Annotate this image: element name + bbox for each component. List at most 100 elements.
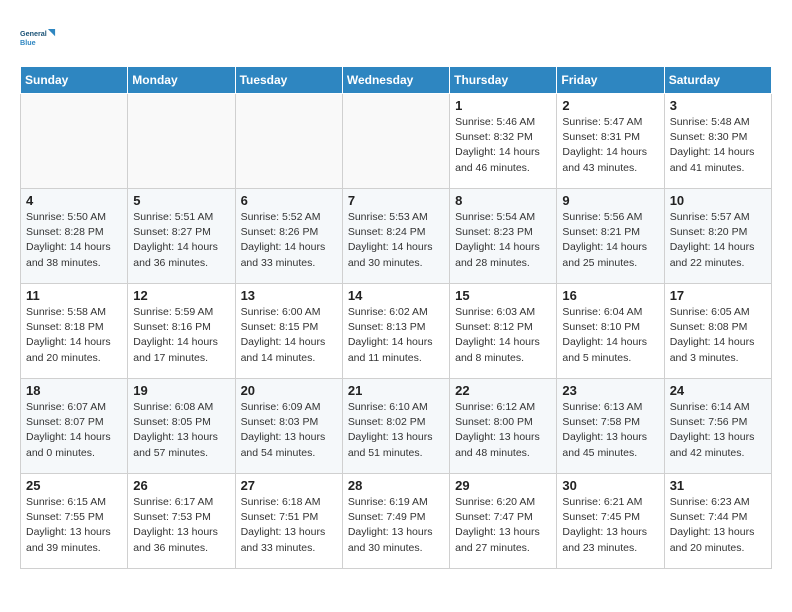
day-cell: 7 Sunrise: 5:53 AMSunset: 8:24 PMDaylight… — [342, 189, 449, 284]
day-cell: 30 Sunrise: 6:21 AMSunset: 7:45 PMDayligh… — [557, 474, 664, 569]
day-cell — [342, 94, 449, 189]
day-number: 21 — [348, 383, 444, 398]
week-row-3: 11 Sunrise: 5:58 AMSunset: 8:18 PMDayligh… — [21, 284, 772, 379]
week-row-1: 1 Sunrise: 5:46 AMSunset: 8:32 PMDaylight… — [21, 94, 772, 189]
day-info: Sunrise: 6:09 AMSunset: 8:03 PMDaylight:… — [241, 400, 337, 461]
day-cell: 14 Sunrise: 6:02 AMSunset: 8:13 PMDayligh… — [342, 284, 449, 379]
day-info: Sunrise: 5:54 AMSunset: 8:23 PMDaylight:… — [455, 210, 551, 271]
day-number: 2 — [562, 98, 658, 113]
day-cell: 4 Sunrise: 5:50 AMSunset: 8:28 PMDaylight… — [21, 189, 128, 284]
day-cell: 25Sunrise: 6:15 AMSunset: 7:55 PMDayligh… — [21, 474, 128, 569]
day-number: 27 — [241, 478, 337, 493]
day-cell: 10 Sunrise: 5:57 AMSunset: 8:20 PMDayligh… — [664, 189, 771, 284]
day-number: 19 — [133, 383, 229, 398]
header-row: SundayMondayTuesdayWednesdayThursdayFrid… — [21, 67, 772, 94]
day-number: 23 — [562, 383, 658, 398]
day-cell: 9Sunrise: 5:56 AMSunset: 8:21 PMDaylight… — [557, 189, 664, 284]
day-number: 9 — [562, 193, 658, 208]
day-cell — [235, 94, 342, 189]
day-cell: 8 Sunrise: 5:54 AMSunset: 8:23 PMDaylight… — [450, 189, 557, 284]
logo-icon: GeneralBlue — [20, 20, 56, 56]
day-info: Sunrise: 5:58 AMSunset: 8:18 PMDaylight:… — [26, 305, 122, 366]
day-info: Sunrise: 6:02 AMSunset: 8:13 PMDaylight:… — [348, 305, 444, 366]
day-info: Sunrise: 6:23 AMSunset: 7:44 PMDaylight:… — [670, 495, 766, 556]
day-info: Sunrise: 5:46 AMSunset: 8:32 PMDaylight:… — [455, 115, 551, 176]
day-info: Sunrise: 5:47 AMSunset: 8:31 PMDaylight:… — [562, 115, 658, 176]
day-number: 30 — [562, 478, 658, 493]
day-info: Sunrise: 6:00 AMSunset: 8:15 PMDaylight:… — [241, 305, 337, 366]
day-cell: 22 Sunrise: 6:12 AMSunset: 8:00 PMDayligh… — [450, 379, 557, 474]
day-number: 14 — [348, 288, 444, 303]
day-number: 10 — [670, 193, 766, 208]
day-cell: 16Sunrise: 6:04 AMSunset: 8:10 PMDayligh… — [557, 284, 664, 379]
day-cell: 28Sunrise: 6:19 AMSunset: 7:49 PMDayligh… — [342, 474, 449, 569]
day-number: 29 — [455, 478, 551, 493]
day-cell: 5 Sunrise: 5:51 AMSunset: 8:27 PMDaylight… — [128, 189, 235, 284]
day-number: 6 — [241, 193, 337, 208]
day-cell: 13 Sunrise: 6:00 AMSunset: 8:15 PMDayligh… — [235, 284, 342, 379]
day-cell: 3 Sunrise: 5:48 AMSunset: 8:30 PMDaylight… — [664, 94, 771, 189]
column-header-friday: Friday — [557, 67, 664, 94]
day-number: 17 — [670, 288, 766, 303]
day-info: Sunrise: 6:14 AMSunset: 7:56 PMDaylight:… — [670, 400, 766, 461]
day-info: Sunrise: 6:21 AMSunset: 7:45 PMDaylight:… — [562, 495, 658, 556]
day-cell: 31 Sunrise: 6:23 AMSunset: 7:44 PMDayligh… — [664, 474, 771, 569]
day-info: Sunrise: 5:53 AMSunset: 8:24 PMDaylight:… — [348, 210, 444, 271]
day-number: 5 — [133, 193, 229, 208]
column-header-tuesday: Tuesday — [235, 67, 342, 94]
day-number: 18 — [26, 383, 122, 398]
day-cell: 19Sunrise: 6:08 AMSunset: 8:05 PMDayligh… — [128, 379, 235, 474]
column-header-sunday: Sunday — [21, 67, 128, 94]
day-info: Sunrise: 6:17 AMSunset: 7:53 PMDaylight:… — [133, 495, 229, 556]
day-info: Sunrise: 5:51 AMSunset: 8:27 PMDaylight:… — [133, 210, 229, 271]
day-info: Sunrise: 6:15 AMSunset: 7:55 PMDaylight:… — [26, 495, 122, 556]
day-info: Sunrise: 5:48 AMSunset: 8:30 PMDaylight:… — [670, 115, 766, 176]
day-number: 13 — [241, 288, 337, 303]
day-info: Sunrise: 6:13 AMSunset: 7:58 PMDaylight:… — [562, 400, 658, 461]
day-number: 11 — [26, 288, 122, 303]
day-cell: 20 Sunrise: 6:09 AMSunset: 8:03 PMDayligh… — [235, 379, 342, 474]
day-cell: 15Sunrise: 6:03 AMSunset: 8:12 PMDayligh… — [450, 284, 557, 379]
svg-text:General: General — [20, 29, 47, 38]
day-info: Sunrise: 6:07 AMSunset: 8:07 PMDaylight:… — [26, 400, 122, 461]
week-row-4: 18 Sunrise: 6:07 AMSunset: 8:07 PMDayligh… — [21, 379, 772, 474]
column-header-monday: Monday — [128, 67, 235, 94]
day-number: 7 — [348, 193, 444, 208]
day-info: Sunrise: 6:12 AMSunset: 8:00 PMDaylight:… — [455, 400, 551, 461]
calendar: SundayMondayTuesdayWednesdayThursdayFrid… — [20, 66, 772, 569]
day-info: Sunrise: 5:59 AMSunset: 8:16 PMDaylight:… — [133, 305, 229, 366]
day-info: Sunrise: 5:57 AMSunset: 8:20 PMDaylight:… — [670, 210, 766, 271]
column-header-thursday: Thursday — [450, 67, 557, 94]
column-header-wednesday: Wednesday — [342, 67, 449, 94]
day-cell: 17 Sunrise: 6:05 AMSunset: 8:08 PMDayligh… — [664, 284, 771, 379]
day-info: Sunrise: 5:50 AMSunset: 8:28 PMDaylight:… — [26, 210, 122, 271]
day-info: Sunrise: 6:18 AMSunset: 7:51 PMDaylight:… — [241, 495, 337, 556]
calendar-body: 1 Sunrise: 5:46 AMSunset: 8:32 PMDaylight… — [21, 94, 772, 569]
day-number: 31 — [670, 478, 766, 493]
day-number: 26 — [133, 478, 229, 493]
day-number: 20 — [241, 383, 337, 398]
day-number: 22 — [455, 383, 551, 398]
logo: GeneralBlue — [20, 20, 56, 56]
day-info: Sunrise: 6:04 AMSunset: 8:10 PMDaylight:… — [562, 305, 658, 366]
calendar-header: SundayMondayTuesdayWednesdayThursdayFrid… — [21, 67, 772, 94]
day-cell: 29Sunrise: 6:20 AMSunset: 7:47 PMDayligh… — [450, 474, 557, 569]
day-number: 15 — [455, 288, 551, 303]
day-cell — [21, 94, 128, 189]
day-number: 24 — [670, 383, 766, 398]
day-number: 1 — [455, 98, 551, 113]
day-number: 12 — [133, 288, 229, 303]
day-number: 4 — [26, 193, 122, 208]
day-cell: 21 Sunrise: 6:10 AMSunset: 8:02 PMDayligh… — [342, 379, 449, 474]
day-info: Sunrise: 6:05 AMSunset: 8:08 PMDaylight:… — [670, 305, 766, 366]
day-cell: 27 Sunrise: 6:18 AMSunset: 7:51 PMDayligh… — [235, 474, 342, 569]
day-cell — [128, 94, 235, 189]
header: GeneralBlue — [20, 20, 772, 56]
day-cell: 11 Sunrise: 5:58 AMSunset: 8:18 PMDayligh… — [21, 284, 128, 379]
day-cell: 2 Sunrise: 5:47 AMSunset: 8:31 PMDaylight… — [557, 94, 664, 189]
day-number: 3 — [670, 98, 766, 113]
day-number: 8 — [455, 193, 551, 208]
day-cell: 18 Sunrise: 6:07 AMSunset: 8:07 PMDayligh… — [21, 379, 128, 474]
day-info: Sunrise: 5:52 AMSunset: 8:26 PMDaylight:… — [241, 210, 337, 271]
day-info: Sunrise: 6:10 AMSunset: 8:02 PMDaylight:… — [348, 400, 444, 461]
